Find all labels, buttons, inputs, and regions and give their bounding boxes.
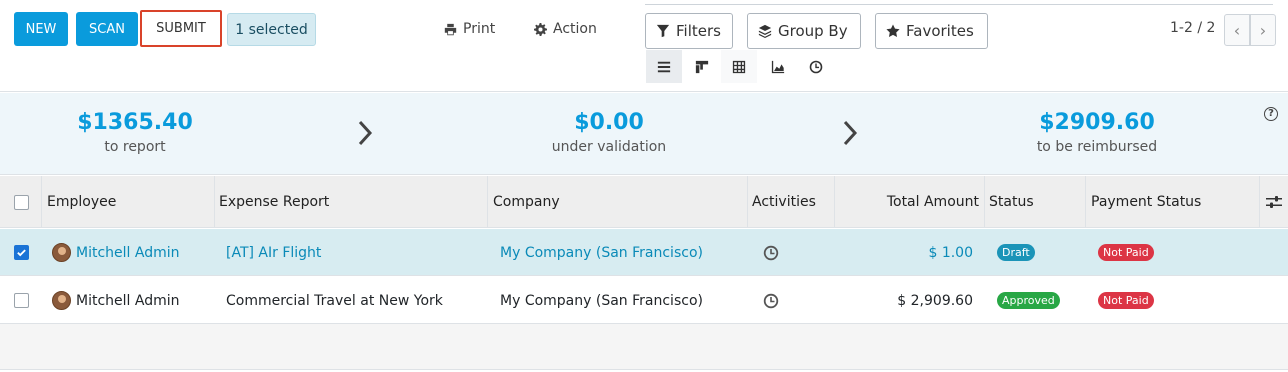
filter-icon — [656, 24, 670, 38]
filters-label: Filters — [676, 22, 721, 40]
column-header-company[interactable]: Company — [488, 176, 748, 228]
list-icon — [657, 61, 671, 72]
kanban-icon — [695, 60, 709, 73]
column-label: Activities — [752, 194, 816, 210]
summary-label: under validation — [551, 139, 667, 155]
column-label: Employee — [47, 194, 117, 210]
scan-button[interactable]: SCAN — [76, 12, 138, 46]
column-settings-icon[interactable] — [1266, 195, 1282, 209]
control-panel: NEW SCAN SUBMIT 1 selected Print Action … — [0, 0, 1288, 92]
group-by-label: Group By — [778, 22, 848, 40]
column-header-total-amount[interactable]: Total Amount — [835, 176, 985, 228]
chevron-right-icon — [356, 119, 376, 147]
avatar — [52, 243, 71, 262]
total-amount-cell: $ 1.00 — [928, 244, 973, 261]
total-amount-cell: $ 2,909.60 — [897, 292, 973, 309]
column-header-activities[interactable]: Activities — [748, 176, 835, 228]
chevron-right-icon: › — [1259, 20, 1267, 40]
table-row[interactable]: Mitchell Admin [AT] AIr Flight My Compan… — [0, 229, 1288, 276]
group-by-button[interactable]: Group By — [747, 13, 861, 49]
summary-label: to report — [104, 139, 166, 155]
gear-icon — [534, 22, 547, 36]
status-cell: Draft — [997, 229, 1086, 276]
activities-cell[interactable] — [763, 229, 835, 276]
list-view-button[interactable] — [646, 50, 682, 83]
column-label: Expense Report — [219, 194, 330, 210]
selected-count-badge[interactable]: 1 selected — [227, 13, 316, 46]
new-button[interactable]: NEW — [14, 12, 68, 46]
row-select-cell — [0, 229, 42, 276]
status-badge: Draft — [997, 244, 1035, 261]
table-header: Employee Expense Report Company Activiti… — [0, 176, 1288, 228]
pager-previous-button[interactable]: ‹ — [1224, 14, 1250, 46]
select-all-checkbox[interactable] — [14, 194, 29, 210]
pivot-view-button[interactable] — [721, 50, 757, 83]
company-cell[interactable]: My Company (San Francisco) — [500, 277, 748, 324]
submit-button[interactable]: SUBMIT — [140, 10, 222, 47]
column-header-expense-report[interactable]: Expense Report — [215, 176, 488, 228]
table-grid-icon — [732, 60, 746, 73]
column-label: Status — [989, 194, 1034, 210]
employee-name[interactable]: Mitchell Admin — [76, 245, 180, 261]
layers-icon — [758, 24, 772, 38]
action-button[interactable]: Action — [534, 19, 597, 39]
filters-button[interactable]: Filters — [645, 13, 733, 49]
column-label: Payment Status — [1091, 194, 1202, 210]
print-icon — [444, 23, 457, 35]
column-label: Company — [493, 194, 560, 210]
payment-status-badge: Not Paid — [1098, 244, 1154, 261]
kanban-view-button[interactable] — [684, 50, 720, 83]
row-checkbox[interactable] — [14, 245, 29, 260]
summary-to-be-reimbursed[interactable]: $2909.60 to be reimbursed — [967, 109, 1227, 157]
search-input[interactable] — [645, 4, 1273, 5]
company-cell[interactable]: My Company (San Francisco) — [500, 229, 748, 276]
column-header-payment-status[interactable]: Payment Status — [1086, 176, 1260, 228]
graph-view-button[interactable] — [760, 50, 796, 83]
check-icon — [17, 249, 26, 257]
table-row[interactable]: Mitchell Admin Commercial Travel at New … — [0, 277, 1288, 324]
row-checkbox[interactable] — [14, 293, 29, 308]
summary-amount: $2909.60 — [1039, 110, 1155, 135]
star-icon — [886, 24, 900, 38]
area-chart-icon — [771, 60, 785, 73]
clock-icon[interactable] — [763, 245, 779, 261]
favorites-label: Favorites — [906, 22, 974, 40]
column-header-employee[interactable]: Employee — [42, 176, 215, 228]
expense-report-cell[interactable]: Commercial Travel at New York — [226, 277, 488, 324]
summary-under-validation[interactable]: $0.00 under validation — [479, 109, 739, 157]
row-select-cell — [0, 277, 42, 324]
payment-status-cell: Not Paid — [1098, 277, 1260, 324]
action-label: Action — [553, 21, 597, 37]
print-label: Print — [463, 21, 496, 37]
help-icon[interactable]: ? — [1264, 107, 1278, 121]
select-all-cell — [0, 176, 42, 228]
pager-next-button[interactable]: › — [1250, 14, 1276, 46]
employee-name[interactable]: Mitchell Admin — [76, 293, 180, 309]
table-empty-area — [0, 324, 1288, 370]
favorites-button[interactable]: Favorites — [875, 13, 988, 49]
status-cell: Approved — [997, 277, 1086, 324]
expense-summary: $1365.40 to report $0.00 under validatio… — [0, 93, 1288, 175]
avatar — [52, 291, 71, 310]
summary-label: to be reimbursed — [1036, 139, 1158, 155]
status-badge: Approved — [997, 292, 1060, 309]
clock-icon[interactable] — [763, 293, 779, 309]
payment-status-badge: Not Paid — [1098, 292, 1154, 309]
employee-cell: Mitchell Admin — [52, 229, 215, 276]
chevron-right-icon — [841, 119, 861, 147]
summary-amount: $1365.40 — [77, 110, 193, 135]
activity-view-button[interactable] — [798, 50, 834, 83]
column-label: Total Amount — [886, 194, 979, 210]
summary-to-report[interactable]: $1365.40 to report — [5, 109, 265, 157]
column-header-status[interactable]: Status — [985, 176, 1086, 228]
expense-report-cell[interactable]: [AT] AIr Flight — [226, 229, 488, 276]
pager-value[interactable]: 1-2 / 2 — [1170, 20, 1215, 36]
payment-status-cell: Not Paid — [1098, 229, 1260, 276]
print-button[interactable]: Print — [444, 19, 495, 39]
clock-icon — [809, 60, 823, 73]
summary-amount: $0.00 — [574, 110, 644, 135]
employee-cell: Mitchell Admin — [52, 277, 215, 324]
chevron-left-icon: ‹ — [1233, 20, 1241, 40]
activities-cell[interactable] — [763, 277, 835, 324]
